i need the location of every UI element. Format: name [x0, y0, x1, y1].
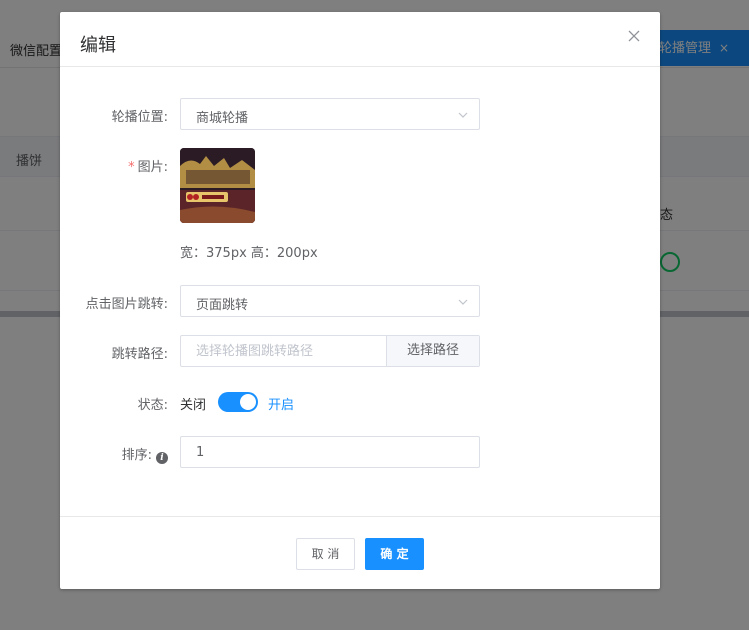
dialog-title: 编辑: [80, 35, 116, 56]
sort-input-wrap: [180, 436, 480, 468]
jump-path-label: 跳转路径:: [111, 347, 168, 362]
jump-type-select-value: 页面跳转: [196, 298, 249, 313]
info-icon[interactable]: i: [156, 452, 168, 464]
form-item-jump-type: 点击图片跳转: 页面跳转: [60, 285, 660, 317]
required-mark: *: [128, 160, 135, 175]
cancel-button[interactable]: 取 消: [296, 538, 355, 570]
position-label: 轮播位置:: [111, 110, 168, 125]
position-select[interactable]: 商城轮播: [180, 98, 480, 130]
image-size-hint: 宽：375px 高：200px: [180, 246, 318, 261]
image-label-text: 图片:: [137, 160, 168, 175]
confirm-button[interactable]: 确 定: [365, 538, 424, 570]
select-path-button[interactable]: 选择路径: [386, 336, 479, 366]
jump-type-select[interactable]: 页面跳转: [180, 285, 480, 317]
chevron-down-icon: [457, 296, 469, 312]
image-label: * 图片:: [128, 156, 168, 175]
dialog-footer: 取 消 确 定: [60, 516, 660, 589]
switch-off-label[interactable]: 关闭: [180, 394, 206, 413]
sort-label-text: 排序:: [121, 448, 152, 463]
position-select-value: 商城轮播: [196, 111, 249, 126]
jump-type-label: 点击图片跳转:: [85, 297, 168, 312]
status-label: 状态:: [137, 398, 168, 413]
chevron-down-icon: [457, 109, 469, 125]
jump-path-input[interactable]: [181, 336, 387, 366]
carousel-image-thumbnail[interactable]: [180, 148, 255, 223]
close-icon[interactable]: [626, 28, 642, 44]
sort-label: 排序: i: [122, 444, 168, 464]
switch-on-label[interactable]: 开启: [268, 394, 294, 413]
switch-knob: [240, 394, 256, 410]
edit-dialog: 编辑 轮播位置: 商城轮播 * 图片: 宽：375px 高：200px 点击图片…: [60, 12, 660, 589]
dialog-header: 编辑: [60, 12, 660, 67]
status-switch[interactable]: [218, 392, 258, 412]
jump-path-input-group: 选择路径: [180, 335, 480, 367]
form-item-position: 轮播位置: 商城轮播: [60, 98, 660, 130]
sort-input[interactable]: [181, 437, 479, 467]
